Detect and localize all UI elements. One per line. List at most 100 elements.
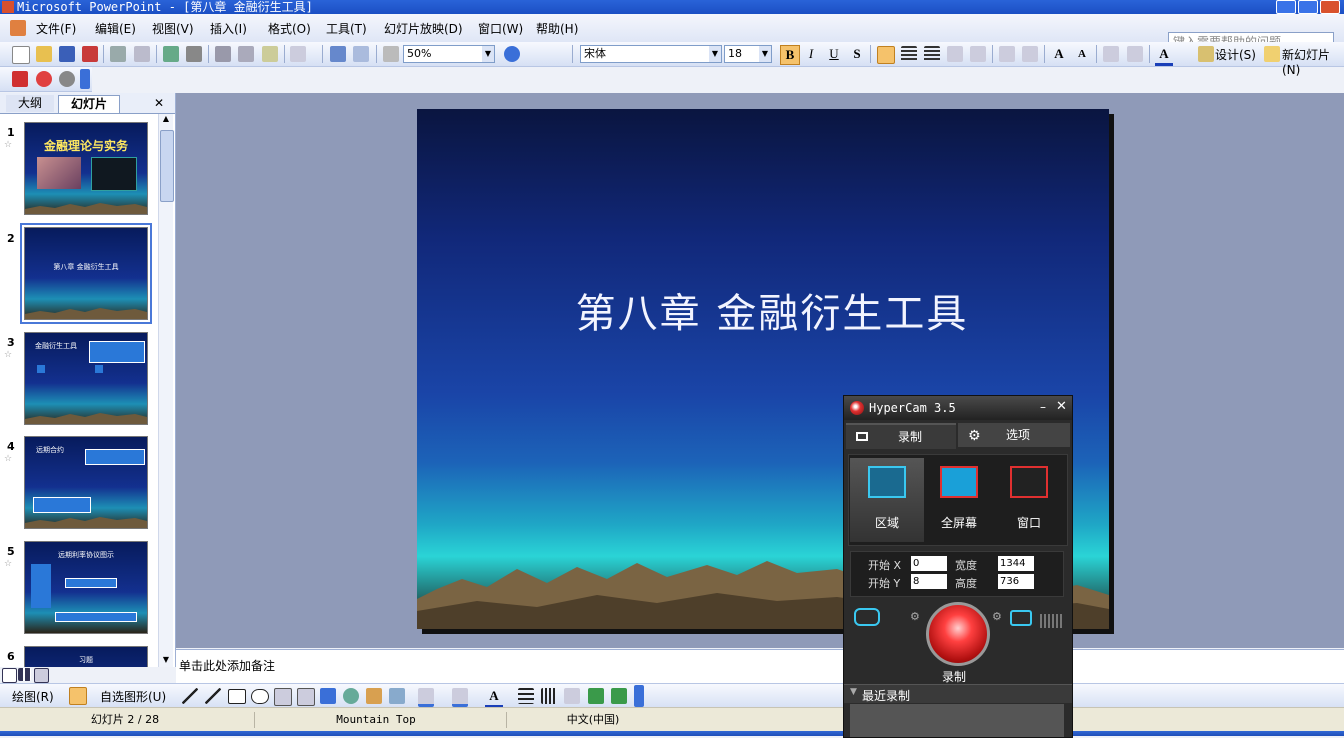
menu-edit[interactable]: 编辑(E) — [95, 20, 136, 37]
numbering-icon[interactable] — [999, 46, 1015, 62]
close-icon[interactable]: ✕ — [1056, 399, 1067, 414]
underline-button[interactable]: U — [825, 45, 843, 63]
maximize-button[interactable] — [1298, 0, 1318, 14]
italic-button[interactable]: I — [802, 45, 820, 63]
tab-slides[interactable]: 幻灯片 — [58, 95, 120, 113]
thumbnail-scrollbar[interactable]: ▲ ▼ — [158, 114, 174, 667]
document-icon[interactable] — [10, 20, 26, 36]
font-color-icon[interactable]: A — [1155, 45, 1173, 66]
toolbar-options-icon[interactable] — [80, 69, 90, 89]
3d-style-icon[interactable] — [611, 688, 627, 704]
shadow-button[interactable]: S — [848, 45, 866, 63]
copy-icon[interactable] — [238, 46, 254, 62]
tab-outline[interactable]: 大纲 — [6, 95, 54, 112]
align-center-icon[interactable] — [901, 46, 917, 62]
dash-style-icon[interactable] — [541, 688, 557, 704]
record-button[interactable] — [926, 602, 990, 666]
insert-chart-icon[interactable] — [330, 46, 346, 62]
spelling-icon[interactable] — [163, 46, 179, 62]
sorter-view-icon[interactable] — [18, 668, 31, 681]
permission-icon[interactable] — [82, 46, 98, 62]
video-camera-icon[interactable] — [854, 608, 880, 626]
start-y-input[interactable]: 8 — [911, 574, 947, 589]
line-color-icon[interactable] — [452, 688, 468, 707]
notes-pane[interactable]: 单击此处添加备注 — [176, 649, 1344, 683]
font-size-select[interactable]: 18 ▼ — [724, 45, 772, 63]
print-preview-icon[interactable] — [134, 46, 150, 62]
menu-format[interactable]: 格式(O) — [268, 20, 311, 37]
width-input[interactable]: 1344 — [998, 556, 1034, 571]
scroll-up-icon[interactable]: ▲ — [160, 114, 172, 126]
format-painter-icon[interactable] — [262, 46, 278, 62]
help-icon[interactable] — [504, 46, 520, 62]
record-icon[interactable] — [36, 71, 52, 87]
draw-menu-button[interactable]: 绘图(R) — [12, 688, 54, 705]
bullets-icon[interactable] — [1022, 46, 1038, 62]
gear-icon[interactable] — [59, 71, 75, 87]
diagram-icon[interactable] — [343, 688, 359, 704]
distribute-icon[interactable] — [947, 46, 963, 62]
picture-icon[interactable] — [389, 688, 405, 704]
line-style-icon[interactable] — [518, 688, 534, 704]
recent-list[interactable] — [850, 704, 1064, 737]
settings-dot-icon[interactable]: ⚙ — [992, 610, 1002, 623]
recent-header[interactable]: ▼ 最近录制 — [844, 684, 1072, 703]
clipart-icon[interactable] — [366, 688, 382, 704]
textbox-icon[interactable] — [274, 688, 292, 706]
vertical-textbox-icon[interactable] — [297, 688, 315, 706]
print-icon[interactable] — [110, 46, 126, 62]
bold-button[interactable]: B — [780, 45, 800, 65]
research-icon[interactable] — [186, 46, 202, 62]
insert-table-icon[interactable] — [353, 46, 369, 62]
start-x-input[interactable]: 0 — [911, 556, 947, 571]
minimize-button[interactable] — [1276, 0, 1296, 14]
font-select[interactable]: 宋体 ▼ — [580, 45, 722, 63]
toolbar-options-icon[interactable] — [634, 685, 644, 707]
fill-color-icon[interactable] — [418, 688, 434, 707]
scroll-thumb[interactable] — [160, 130, 174, 202]
slide-thumbnail-3[interactable]: 金融衍生工具 — [24, 332, 148, 425]
settings-dot-icon[interactable]: ⚙ — [910, 610, 920, 623]
wordart-icon[interactable] — [320, 688, 336, 704]
arrow-icon[interactable] — [205, 688, 221, 704]
normal-view-icon[interactable] — [2, 668, 17, 683]
menu-help[interactable]: 帮助(H) — [536, 20, 578, 37]
slide-thumbnail-5[interactable]: 远期利率协议图示 — [24, 541, 148, 634]
scroll-down-icon[interactable]: ▼ — [160, 655, 172, 667]
mode-region[interactable]: 区域 — [850, 458, 924, 542]
align-right-icon[interactable] — [924, 46, 940, 62]
zoom-select[interactable]: 50% ▼ — [403, 45, 495, 63]
autoshapes-button[interactable]: 自选图形(U) — [100, 688, 166, 705]
decrease-font-icon[interactable]: A — [1073, 45, 1091, 63]
oval-icon[interactable] — [251, 689, 269, 704]
menu-insert[interactable]: 插入(I) — [210, 20, 247, 37]
save-icon[interactable] — [59, 46, 75, 62]
text-direction-icon[interactable] — [970, 46, 986, 62]
new-icon[interactable] — [12, 46, 30, 64]
font-color-icon[interactable]: A — [485, 687, 503, 708]
menu-tools[interactable]: 工具(T) — [326, 20, 367, 37]
mode-window[interactable]: 窗口 — [992, 458, 1066, 542]
undo-icon[interactable] — [290, 46, 306, 62]
line-icon[interactable] — [182, 688, 198, 704]
slide-title[interactable]: 第八章 金融衍生工具 — [417, 281, 1109, 339]
cut-icon[interactable] — [215, 46, 231, 62]
menu-file[interactable]: 文件(F) — [36, 20, 76, 37]
select-pointer-icon[interactable] — [69, 687, 87, 705]
open-icon[interactable] — [36, 46, 52, 62]
height-input[interactable]: 736 — [998, 574, 1034, 589]
shadow-style-icon[interactable] — [588, 688, 604, 704]
align-left-icon[interactable] — [877, 46, 895, 64]
speaker-icon[interactable] — [1010, 610, 1032, 626]
pdf-icon[interactable] — [12, 71, 28, 87]
menu-view[interactable]: 视图(V) — [152, 20, 194, 37]
menu-slideshow[interactable]: 幻灯片放映(D) — [384, 20, 463, 37]
increase-indent-icon[interactable] — [1127, 46, 1143, 62]
minimize-icon[interactable]: – — [1040, 400, 1046, 414]
menu-window[interactable]: 窗口(W) — [478, 20, 523, 37]
tab-options[interactable]: ⚙ 选项 — [958, 423, 1070, 447]
close-pane-icon[interactable]: ✕ — [152, 95, 166, 112]
slide-thumbnail-1[interactable]: 金融理论与实务 — [24, 122, 148, 215]
slide-thumbnail-6[interactable]: 习题 — [24, 646, 148, 667]
decrease-indent-icon[interactable] — [1103, 46, 1119, 62]
